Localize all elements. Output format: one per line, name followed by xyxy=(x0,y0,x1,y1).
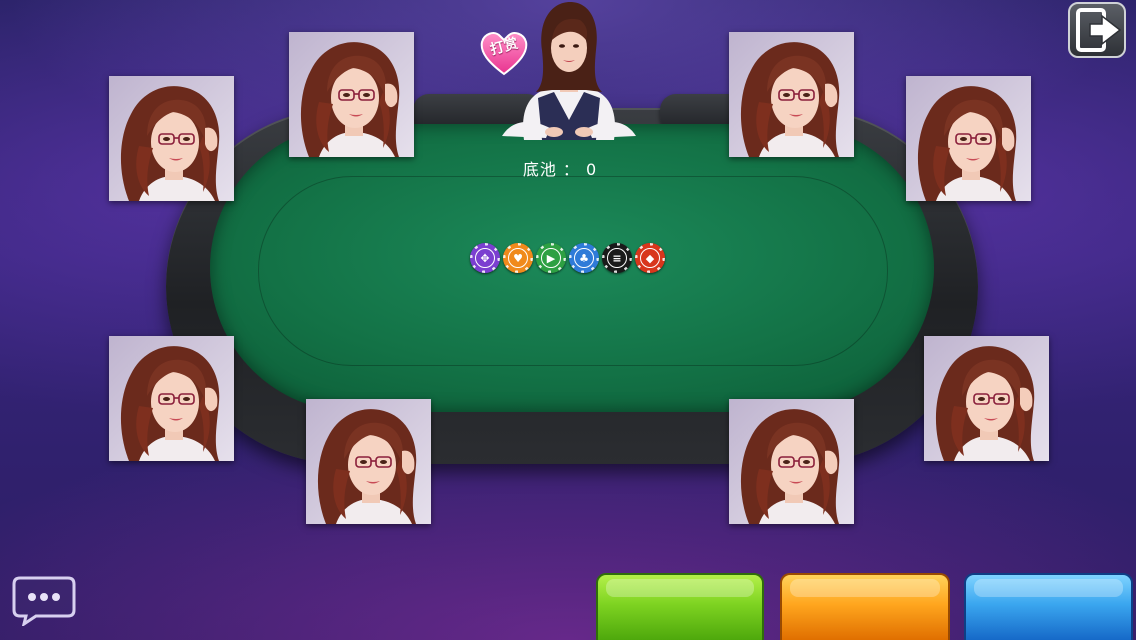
heart-icon: ♥ xyxy=(508,248,528,268)
bars-icon: ≡ xyxy=(607,248,627,268)
chip-row: ✥ ♥ ▶ ♣ ≡ ◆ xyxy=(470,243,670,275)
chat-bubble-icon xyxy=(12,576,76,626)
chip-5: ≡ xyxy=(602,243,632,273)
player-seat-5-avatar[interactable] xyxy=(109,336,234,461)
player-seat-3-avatar[interactable] xyxy=(729,32,854,157)
action-button-orange[interactable] xyxy=(780,573,950,640)
action-button-green[interactable] xyxy=(596,573,764,640)
exit-button[interactable] xyxy=(1068,2,1126,58)
chip-6: ◆ xyxy=(635,243,665,273)
player-seat-6-avatar[interactable] xyxy=(306,399,431,524)
player-seat-8-avatar[interactable] xyxy=(924,336,1049,461)
chip-1: ✥ xyxy=(470,243,500,273)
club-icon: ♣ xyxy=(574,248,594,268)
exit-door-icon xyxy=(1076,8,1122,52)
diamond-icon: ◆ xyxy=(640,248,660,268)
play-icon: ▶ xyxy=(541,248,561,268)
chip-3: ▶ xyxy=(536,243,566,273)
chip-2: ♥ xyxy=(503,243,533,273)
chat-button[interactable] xyxy=(12,574,76,626)
pot-amount: 底池 ： 0 xyxy=(522,160,598,179)
player-seat-4-avatar[interactable] xyxy=(906,76,1031,201)
chip-4: ♣ xyxy=(569,243,599,273)
action-button-blue[interactable] xyxy=(964,573,1133,640)
player-seat-1-avatar[interactable] xyxy=(289,32,414,157)
diamond-dots-icon: ✥ xyxy=(475,248,495,268)
player-seat-2-avatar[interactable] xyxy=(109,76,234,201)
player-seat-7-avatar[interactable] xyxy=(729,399,854,524)
